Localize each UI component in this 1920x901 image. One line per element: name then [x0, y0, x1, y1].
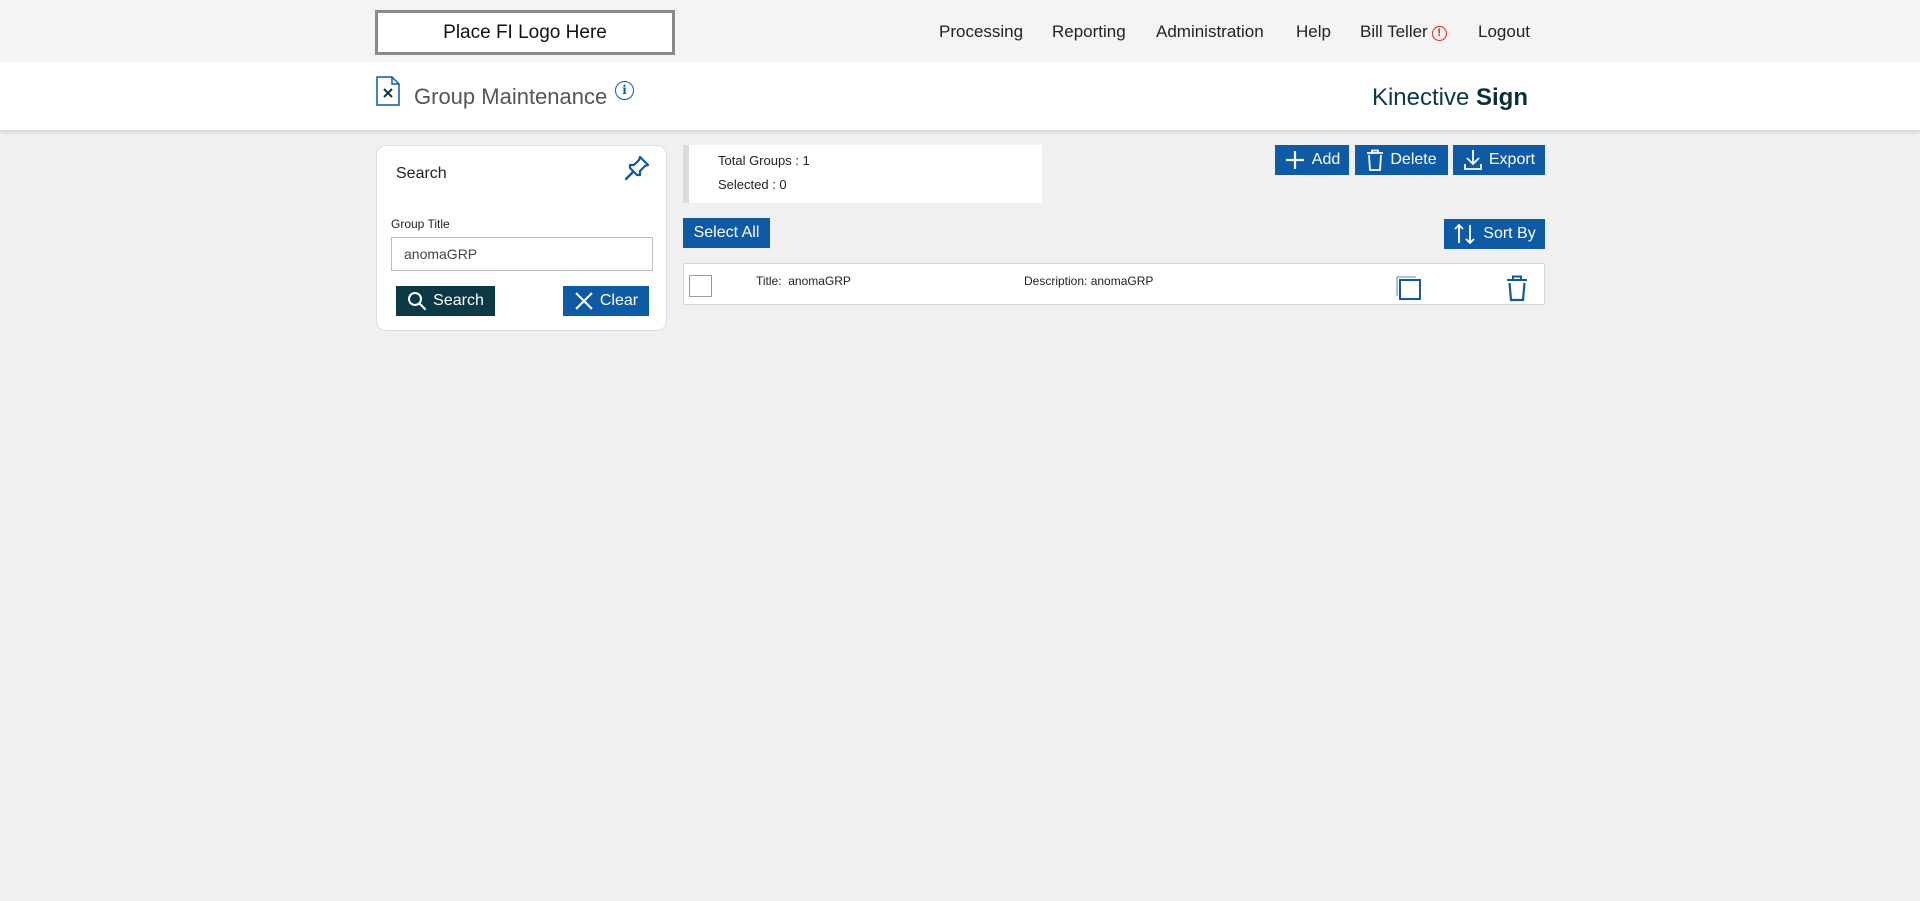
- add-button[interactable]: Add: [1275, 145, 1349, 175]
- row-description: Description: anomaGRP: [1024, 274, 1153, 288]
- add-button-label: Add: [1311, 151, 1341, 168]
- user-name: Bill Teller: [1360, 22, 1428, 41]
- delete-button[interactable]: Delete: [1355, 145, 1448, 175]
- results-summary: Total Groups : 1 Selected : 0: [683, 145, 1042, 203]
- top-bar: Place FI Logo Here Processing Reporting …: [0, 0, 1920, 62]
- main-nav: Processing Reporting Administration Help…: [0, 22, 1920, 46]
- group-title-input[interactable]: [391, 237, 653, 271]
- page-header: Group Maintenance i Kinective Sign: [0, 62, 1920, 130]
- page-title: Group Maintenance: [414, 84, 608, 109]
- export-button-label: Export: [1488, 151, 1536, 168]
- sort-icon: [1454, 223, 1475, 245]
- select-all-button[interactable]: Select All: [683, 218, 770, 248]
- nav-logout[interactable]: Logout: [1478, 22, 1530, 42]
- sort-by-label: Sort By: [1483, 225, 1536, 242]
- clear-button[interactable]: Clear: [563, 286, 649, 316]
- clear-button-label: Clear: [599, 292, 639, 309]
- table-row[interactable]: Title: anomaGRP Description: anomaGRP: [683, 263, 1545, 305]
- search-panel: Search Group Title Search Clear: [376, 145, 667, 331]
- alert-icon: !: [1431, 26, 1447, 41]
- row-checkbox[interactable]: [689, 275, 712, 297]
- search-panel-title: Search: [396, 165, 447, 182]
- export-button[interactable]: Export: [1453, 145, 1545, 175]
- group-title-label: Group Title: [391, 217, 450, 231]
- brand-bold: Sign: [1476, 84, 1528, 111]
- search-icon: [408, 292, 427, 311]
- selected-count: Selected : 0: [718, 177, 787, 192]
- info-icon[interactable]: i: [615, 81, 634, 100]
- total-groups: Total Groups : 1: [718, 153, 810, 168]
- delete-button-label: Delete: [1390, 151, 1437, 168]
- document-icon: [376, 76, 400, 106]
- search-button[interactable]: Search: [396, 286, 495, 316]
- title-label: Title:: [756, 274, 782, 288]
- close-icon: [575, 292, 593, 310]
- nav-reporting[interactable]: Reporting: [1052, 22, 1126, 42]
- pin-icon[interactable]: [623, 154, 651, 182]
- sort-by-button[interactable]: Sort By: [1444, 219, 1545, 249]
- nav-processing[interactable]: Processing: [939, 22, 1023, 42]
- brand-prefix: Kinective: [1371, 84, 1470, 111]
- copy-icon[interactable]: [1395, 275, 1423, 301]
- row-delete-icon[interactable]: [1504, 274, 1530, 302]
- title-value: anomaGRP: [788, 274, 851, 288]
- row-title: Title: anomaGRP: [756, 274, 851, 288]
- trash-icon: [1367, 149, 1384, 171]
- nav-administration[interactable]: Administration: [1156, 22, 1264, 42]
- search-button-label: Search: [433, 292, 484, 309]
- nav-help[interactable]: Help: [1296, 22, 1331, 42]
- nav-user-menu[interactable]: Bill Teller!: [1360, 22, 1447, 42]
- description-label: Description:: [1024, 274, 1088, 288]
- select-all-label: Select All: [693, 224, 760, 241]
- brand-logo: Kinective Sign: [1372, 84, 1528, 112]
- description-value: anomaGRP: [1090, 274, 1154, 288]
- plus-icon: [1285, 151, 1304, 169]
- download-icon: [1463, 150, 1482, 170]
